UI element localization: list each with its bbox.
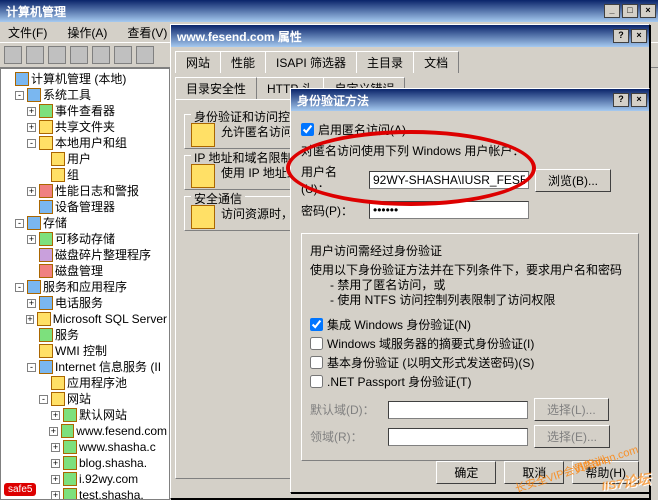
tab[interactable]: ISAPI 筛选器 bbox=[265, 51, 357, 73]
chk-integrated[interactable] bbox=[310, 318, 323, 331]
auth-methods-dialog: 身份验证方法 ? × 启用匿名访问(A) 对匿名访问使用下列 Windows 用… bbox=[290, 88, 650, 493]
dlg2-close-button[interactable]: × bbox=[631, 93, 647, 107]
tool-back-icon[interactable] bbox=[4, 46, 22, 64]
tree-item[interactable]: -本地用户和组 bbox=[3, 135, 167, 151]
dlg1-help-button[interactable]: ? bbox=[613, 29, 629, 43]
maximize-button[interactable]: □ bbox=[622, 4, 638, 18]
tree-item[interactable]: 磁盘碎片整理程序 bbox=[3, 247, 167, 263]
tool-forward-icon[interactable] bbox=[26, 46, 44, 64]
tree-item[interactable]: -存储 bbox=[3, 215, 167, 231]
chk4-label: .NET Passport 身份验证(T) bbox=[327, 373, 471, 390]
tree-item[interactable]: +可移动存储 bbox=[3, 231, 167, 247]
password-row: 密码(P)： bbox=[301, 201, 639, 219]
realm-label: 默认域(D)： bbox=[310, 401, 382, 418]
tab[interactable]: 网站 bbox=[175, 51, 221, 73]
dlg2-help-button[interactable]: ? bbox=[613, 93, 629, 107]
domain-label: 领域(R)： bbox=[310, 428, 382, 445]
tree-item[interactable]: 计算机管理 (本地) bbox=[3, 71, 167, 87]
auth-note3: - 使用 NTFS 访问控制列表限制了访问权限 bbox=[310, 293, 630, 308]
minimize-button[interactable]: _ bbox=[604, 4, 620, 18]
realm-input bbox=[388, 401, 528, 419]
auth-group-icon bbox=[191, 123, 215, 147]
tree-item[interactable]: +blog.shasha. bbox=[3, 455, 167, 471]
tab[interactable]: 主目录 bbox=[356, 51, 414, 73]
main-title: 计算机管理 bbox=[2, 3, 604, 20]
browse-button[interactable]: 浏览(B)... bbox=[535, 169, 611, 192]
auth-note1: 使用以下身份验证方法并在下列条件下，要求用户名和密码 bbox=[310, 263, 630, 278]
chk-basic[interactable] bbox=[310, 356, 323, 369]
close-button[interactable]: × bbox=[640, 4, 656, 18]
tool-up-icon[interactable] bbox=[48, 46, 66, 64]
tree-item[interactable]: 应用程序池 bbox=[3, 375, 167, 391]
ip-group-icon bbox=[191, 164, 215, 188]
dlg1-title: www.fesend.com 属性 bbox=[173, 28, 613, 45]
auth-note2: - 禁用了匿名访问，或 bbox=[310, 278, 630, 293]
tree-item[interactable]: WMI 控制 bbox=[3, 343, 167, 359]
tree-item[interactable]: +性能日志和警报 bbox=[3, 183, 167, 199]
enable-anon-label: 启用匿名访问(A) bbox=[318, 121, 406, 138]
tree-item[interactable]: -网站 bbox=[3, 391, 167, 407]
tree-panel[interactable]: 计算机管理 (本地)-系统工具+事件查看器+共享文件夹-本地用户和组用户组+性能… bbox=[0, 68, 170, 500]
dlg2-titlebar: 身份验证方法 ? × bbox=[291, 89, 649, 111]
auth-required-title: 用户访问需经过身份验证 bbox=[310, 242, 630, 259]
tree-item[interactable]: +www.fesend.com bbox=[3, 423, 167, 439]
select-realm-button: 选择(L)... bbox=[534, 398, 609, 421]
tab[interactable]: 性能 bbox=[220, 51, 266, 73]
tree-item[interactable]: +Microsoft SQL Server bbox=[3, 311, 167, 327]
dlg1-titlebar: www.fesend.com 属性 ? × bbox=[171, 25, 649, 47]
menu-file[interactable]: 文件(F) bbox=[4, 22, 51, 43]
menu-view[interactable]: 查看(V) bbox=[123, 22, 171, 43]
tool-refresh-icon[interactable] bbox=[114, 46, 132, 64]
user-label: 用户名(U)： bbox=[301, 163, 363, 197]
tree-item[interactable]: 设备管理器 bbox=[3, 199, 167, 215]
dlg2-title: 身份验证方法 bbox=[293, 92, 613, 109]
tool-help-icon[interactable] bbox=[136, 46, 154, 64]
enable-anon-row: 启用匿名访问(A) bbox=[301, 121, 639, 138]
dlg2-body: 启用匿名访问(A) 对匿名访问使用下列 Windows 用户帐户： 用户名(U)… bbox=[291, 111, 649, 469]
dlg1-close-button[interactable]: × bbox=[631, 29, 647, 43]
auth-required-group: 用户访问需经过身份验证 使用以下身份验证方法并在下列条件下，要求用户名和密码 -… bbox=[301, 233, 639, 461]
user-input[interactable] bbox=[369, 171, 529, 189]
tree-item[interactable]: +电话服务 bbox=[3, 295, 167, 311]
chk3-label: 基本身份验证 (以明文形式发送密码)(S) bbox=[327, 354, 534, 371]
main-titlebar: 计算机管理 _ □ × bbox=[0, 0, 658, 22]
tree-item[interactable]: 服务 bbox=[3, 327, 167, 343]
tree-item[interactable]: +事件查看器 bbox=[3, 103, 167, 119]
tree-item[interactable]: +www.shasha.c bbox=[3, 439, 167, 455]
tree-item[interactable]: -Internet 信息服务 (II bbox=[3, 359, 167, 375]
tab[interactable]: 文档 bbox=[413, 51, 459, 73]
pass-label: 密码(P)： bbox=[301, 202, 363, 219]
tree-item[interactable]: -服务和应用程序 bbox=[3, 279, 167, 295]
select-domain-button: 选择(E)... bbox=[534, 425, 610, 448]
dlg2-ok-button[interactable]: 确定 bbox=[436, 461, 496, 484]
tree-item[interactable]: +默认网站 bbox=[3, 407, 167, 423]
ssl-group-icon bbox=[191, 205, 215, 229]
anon-note: 对匿名访问使用下列 Windows 用户帐户： bbox=[301, 144, 639, 159]
enable-anon-checkbox[interactable] bbox=[301, 123, 314, 136]
menu-action[interactable]: 操作(A) bbox=[63, 22, 111, 43]
username-row: 用户名(U)： 浏览(B)... bbox=[301, 163, 639, 197]
tree-item[interactable]: 磁盘管理 bbox=[3, 263, 167, 279]
chk-digest[interactable] bbox=[310, 337, 323, 350]
tree-item[interactable]: 组 bbox=[3, 167, 167, 183]
tree-item[interactable]: -系统工具 bbox=[3, 87, 167, 103]
safe-badge: safe5 bbox=[4, 483, 36, 496]
pass-input[interactable] bbox=[369, 201, 529, 219]
chk-passport[interactable] bbox=[310, 375, 323, 388]
chk1-label: 集成 Windows 身份验证(N) bbox=[327, 316, 471, 333]
tool-cut-icon[interactable] bbox=[92, 46, 110, 64]
dlg1-tabs-row1: 网站性能ISAPI 筛选器主目录文档 bbox=[175, 51, 645, 73]
tool-view-icon[interactable] bbox=[70, 46, 88, 64]
chk2-label: Windows 域服务器的摘要式身份验证(I) bbox=[327, 335, 534, 352]
tree-item[interactable]: 用户 bbox=[3, 151, 167, 167]
tab[interactable]: 目录安全性 bbox=[175, 77, 257, 99]
domain-input bbox=[388, 428, 528, 446]
tree-item[interactable]: +共享文件夹 bbox=[3, 119, 167, 135]
